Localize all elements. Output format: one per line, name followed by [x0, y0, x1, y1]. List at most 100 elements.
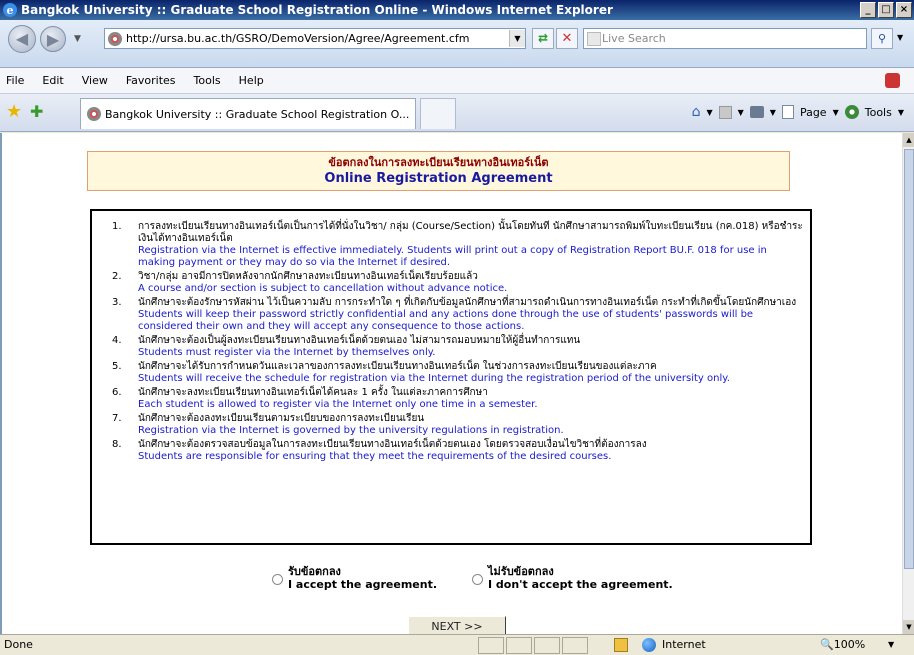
search-options-dropdown-icon[interactable]: ▼: [897, 33, 903, 42]
toolbar-addon-icon[interactable]: [885, 73, 900, 88]
term-english-text: Students are responsible for ensuring th…: [138, 451, 612, 462]
print-dropdown-icon[interactable]: ▼: [770, 108, 776, 117]
accept-option[interactable]: รับข้อตกลง I accept the agreement.: [272, 565, 437, 591]
command-bar: ⌂ ▼ ▼ ▼ Page ▼ Tools ▼: [692, 104, 904, 120]
header-thai-title: ข้อตกลงในการลงทะเบียนเรียนทางอินเทอร์เน็…: [328, 156, 549, 169]
home-dropdown-icon[interactable]: ▼: [706, 108, 712, 117]
term-thai-text: นักศึกษาจะต้องเป็นผู้ลงทะเบียนเรียนทางอิ…: [138, 335, 581, 346]
tab-bar: ★ ✚ Bangkok University :: Graduate Schoo…: [0, 94, 914, 132]
term-item: 2. วิชา/กลุ่ม อาจมีการปิดหลังจากนักศึกษา…: [112, 271, 806, 295]
navigation-bar: ◀ ▶ ▼ http://ursa.bu.ac.th/GSRO/DemoVers…: [0, 20, 914, 68]
protected-mode-icon[interactable]: [614, 638, 628, 652]
recent-pages-dropdown-icon[interactable]: ▼: [74, 34, 81, 44]
address-url: http://ursa.bu.ac.th/GSRO/DemoVersion/Ag…: [126, 32, 470, 45]
term-english-text: A course and/or section is subject to ca…: [138, 283, 508, 294]
feeds-icon[interactable]: [718, 105, 732, 119]
terms-list: 1. การลงทะเบียนเรียนทางอินเทอร์เน็ตเป็นก…: [90, 209, 812, 545]
close-button[interactable]: ×: [896, 2, 912, 18]
home-icon[interactable]: ⌂: [692, 104, 701, 120]
page-menu-icon: [781, 105, 794, 119]
accept-label-thai: รับข้อตกลง: [288, 565, 341, 578]
term-number: 8.: [112, 439, 122, 450]
scroll-down-arrow-icon[interactable]: ▼: [903, 620, 914, 634]
term-item: 8. นักศึกษาจะต้องตรวจสอบข้อมูลในการลงทะเ…: [112, 439, 806, 463]
page-menu-button[interactable]: Page: [800, 106, 827, 119]
accept-radio[interactable]: [272, 574, 283, 585]
term-item: 4. นักศึกษาจะต้องเป็นผู้ลงทะเบียนเรียนทา…: [112, 335, 806, 359]
vertical-scrollbar[interactable]: ▲ ▼: [902, 133, 914, 634]
status-bar: Done Internet 🔍100% ▼: [0, 634, 914, 655]
decline-option[interactable]: ไม่รับข้อตกลง I don't accept the agreeme…: [472, 565, 673, 591]
term-thai-text: นักศึกษาจะต้องรักษารหัสผ่าน ไว้เป็นความล…: [138, 297, 797, 308]
status-panes: [478, 637, 590, 654]
ie-logo-icon: e: [3, 3, 17, 17]
status-text: Done: [4, 638, 33, 651]
new-tab-button[interactable]: [420, 98, 456, 129]
menu-favorites[interactable]: Favorites: [126, 74, 176, 87]
minimize-button[interactable]: _: [860, 2, 876, 18]
term-item: 7. นักศึกษาจะต้องลงทะเบียนเรียนตามระเบีย…: [112, 413, 806, 437]
page-icon: [108, 31, 122, 46]
security-zone-label[interactable]: Internet: [662, 638, 706, 651]
status-pane: [478, 637, 504, 654]
term-number: 6.: [112, 387, 122, 398]
address-dropdown-icon[interactable]: ▼: [509, 30, 525, 47]
print-icon[interactable]: [749, 106, 764, 118]
menu-bar: File Edit View Favorites Tools Help: [0, 68, 914, 94]
page-dropdown-icon[interactable]: ▼: [833, 108, 839, 117]
term-number: 2.: [112, 271, 122, 282]
back-button[interactable]: ◀: [8, 25, 36, 53]
menu-file[interactable]: File: [6, 74, 24, 87]
tools-gear-icon: [844, 105, 859, 119]
add-favorites-icon[interactable]: ✚: [30, 102, 43, 122]
tools-menu-button[interactable]: Tools: [865, 106, 892, 119]
decline-radio[interactable]: [472, 574, 483, 585]
term-thai-text: นักศึกษาจะต้องลงทะเบียนเรียนตามระเบียบขอ…: [138, 413, 425, 424]
decline-label-thai: ไม่รับข้อตกลง: [488, 565, 554, 578]
next-button[interactable]: NEXT >>: [408, 616, 506, 634]
refresh-button[interactable]: ⇄: [532, 28, 554, 49]
term-english-text: Students must register via the Internet …: [138, 347, 436, 358]
agreement-header: ข้อตกลงในการลงทะเบียนเรียนทางอินเทอร์เน็…: [87, 151, 790, 191]
tools-dropdown-icon[interactable]: ▼: [898, 108, 904, 117]
menu-edit[interactable]: Edit: [42, 74, 63, 87]
window-title: Bangkok University :: Graduate School Re…: [21, 3, 613, 17]
term-thai-text: นักศึกษาจะลงทะเบียนเรียนทางอินเทอร์เน็ตไ…: [138, 387, 488, 398]
search-button[interactable]: ⚲: [871, 28, 893, 49]
page-viewport: ข้อตกลงในการลงทะเบียนเรียนทางอินเทอร์เน็…: [0, 133, 902, 634]
maximize-button[interactable]: □: [878, 2, 894, 18]
forward-button[interactable]: ▶: [40, 26, 66, 52]
term-item: 3. นักศึกษาจะต้องรักษารหัสผ่าน ไว้เป็นคว…: [112, 297, 806, 333]
zoom-dropdown-icon[interactable]: ▼: [888, 640, 894, 649]
feeds-dropdown-icon[interactable]: ▼: [738, 108, 744, 117]
header-english-title: Online Registration Agreement: [324, 171, 553, 186]
term-english-text: Registration via the Internet is governe…: [138, 425, 564, 436]
zoom-level[interactable]: 🔍100%: [820, 638, 865, 651]
favorites-star-icon[interactable]: ★: [6, 102, 22, 122]
term-number: 1.: [112, 221, 122, 232]
term-item: 1. การลงทะเบียนเรียนทางอินเทอร์เน็ตเป็นก…: [112, 221, 806, 269]
decline-label-english: I don't accept the agreement.: [488, 578, 673, 591]
status-pane: [562, 637, 588, 654]
menu-help[interactable]: Help: [239, 74, 264, 87]
stop-button[interactable]: ✕: [556, 28, 578, 49]
agreement-choices: รับข้อตกลง I accept the agreement. ไม่รั…: [272, 565, 732, 599]
term-thai-text: นักศึกษาจะต้องตรวจสอบข้อมูลในการลงทะเบีย…: [138, 439, 647, 450]
search-input[interactable]: Live Search: [583, 28, 867, 49]
term-thai-text: นักศึกษาจะได้รับการกำหนดวันและเวลาของการ…: [138, 361, 657, 372]
term-english-text: Students will keep their password strict…: [138, 309, 754, 332]
term-item: 6. นักศึกษาจะลงทะเบียนเรียนทางอินเทอร์เน…: [112, 387, 806, 411]
address-input[interactable]: http://ursa.bu.ac.th/GSRO/DemoVersion/Ag…: [104, 28, 526, 49]
scroll-up-arrow-icon[interactable]: ▲: [903, 133, 914, 147]
title-bar: e Bangkok University :: Graduate School …: [0, 0, 914, 20]
tab-current[interactable]: Bangkok University :: Graduate School Re…: [80, 98, 416, 129]
term-thai-text: การลงทะเบียนเรียนทางอินเทอร์เน็ตเป็นการไ…: [138, 221, 803, 244]
term-number: 5.: [112, 361, 122, 372]
menu-tools[interactable]: Tools: [194, 74, 221, 87]
tab-label: Bangkok University :: Graduate School Re…: [105, 107, 410, 121]
scrollbar-thumb[interactable]: [904, 149, 914, 569]
svg-text:e: e: [7, 4, 14, 17]
term-number: 4.: [112, 335, 122, 346]
internet-zone-icon: [642, 638, 656, 652]
menu-view[interactable]: View: [82, 74, 108, 87]
